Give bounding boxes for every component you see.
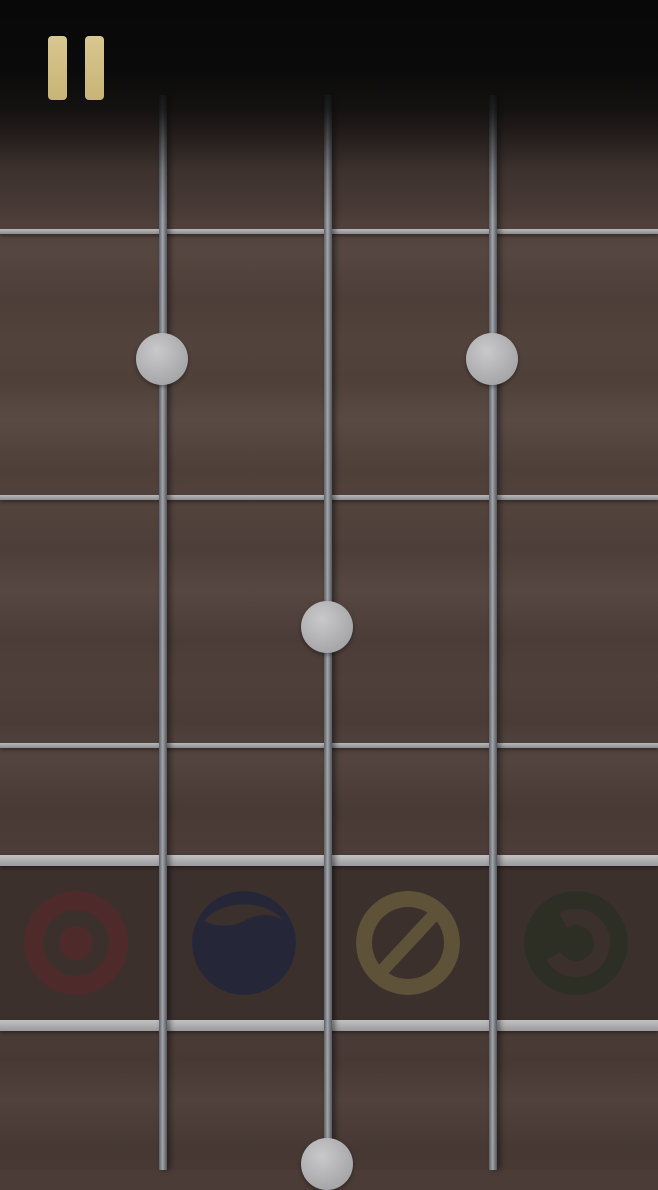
- string-3: [489, 95, 497, 1170]
- note-target-green[interactable]: [524, 891, 628, 995]
- fretboard: [0, 0, 658, 1190]
- slash-circle-icon: [356, 891, 460, 995]
- fret-inlay-dot: [301, 601, 353, 653]
- fret-inlay-dot: [301, 1138, 353, 1190]
- string-1: [159, 95, 167, 1170]
- wave-circle-icon: [192, 891, 296, 995]
- note-target-red[interactable]: [24, 891, 128, 995]
- pause-button[interactable]: [48, 36, 106, 100]
- note-target-olive[interactable]: [356, 891, 460, 995]
- pause-bar-right: [85, 36, 104, 100]
- fret-inlay-dot: [466, 333, 518, 385]
- target-circle-icon: [24, 891, 128, 995]
- note-target-blue[interactable]: [192, 891, 296, 995]
- hook-circle-icon: [524, 891, 628, 995]
- pause-bar-left: [48, 36, 67, 100]
- fret-inlay-dot: [136, 333, 188, 385]
